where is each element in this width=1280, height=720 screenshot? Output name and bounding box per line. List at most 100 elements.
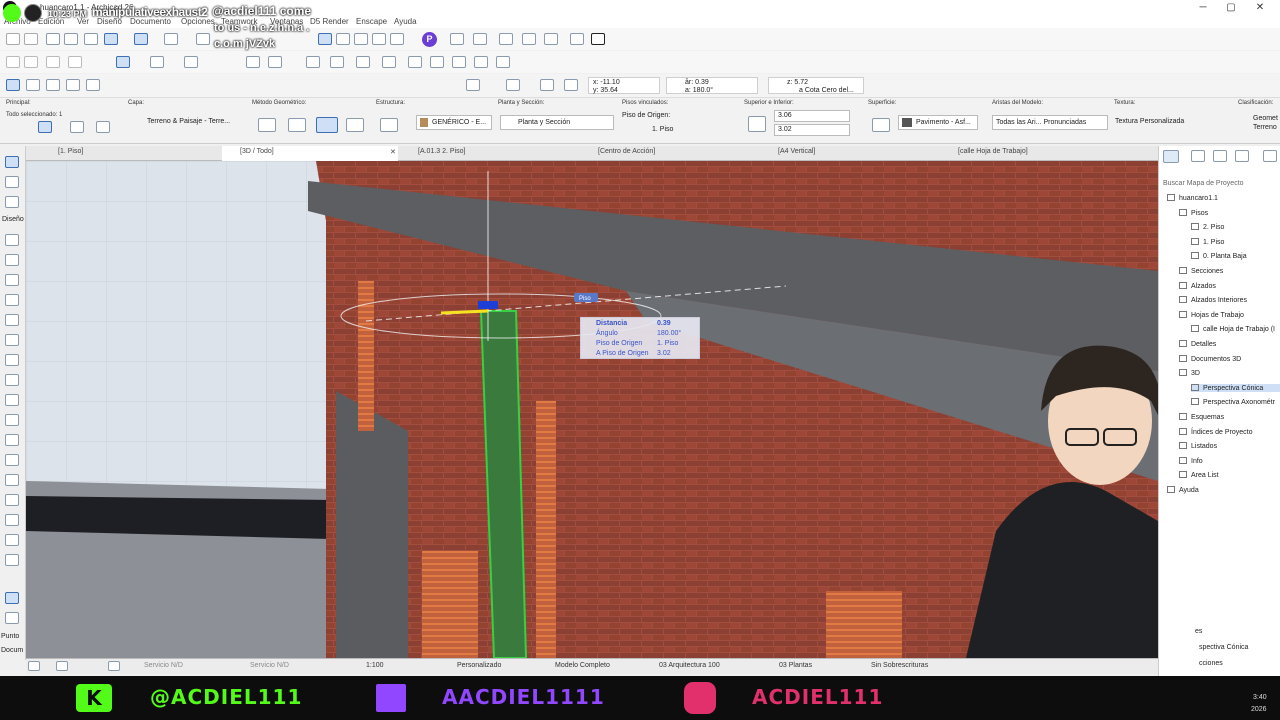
model-view-value[interactable]: Modelo Completo bbox=[555, 662, 610, 669]
split-icon[interactable] bbox=[382, 56, 396, 68]
arrow-tool-icon[interactable] bbox=[5, 156, 19, 168]
selection-hotspot[interactable] bbox=[478, 301, 498, 309]
structure-dropdown[interactable]: GENÉRICO - E... bbox=[416, 115, 492, 130]
3d-window-icon[interactable] bbox=[450, 33, 464, 45]
fit-window-icon[interactable] bbox=[108, 661, 120, 671]
redo2-icon[interactable] bbox=[24, 56, 38, 68]
navigator-search[interactable]: Buscar Mapa de Proyecto bbox=[1163, 180, 1244, 187]
offset-icon[interactable] bbox=[356, 56, 370, 68]
camera-icon[interactable] bbox=[522, 33, 536, 45]
navigator-item[interactable]: Perspectiva Axonométr bbox=[1191, 398, 1280, 406]
view-map-icon[interactable] bbox=[1191, 150, 1205, 162]
morph-tool-icon[interactable] bbox=[5, 474, 19, 486]
navigator-item[interactable]: Info bbox=[1179, 456, 1280, 465]
layer-dropdown[interactable]: Terreno & Paisaje - Terre... bbox=[144, 115, 244, 130]
tracker-row-angle-value[interactable]: 180.00° bbox=[657, 330, 681, 337]
navigator-item[interactable]: Pisos bbox=[1179, 208, 1280, 217]
select-arrow-icon[interactable] bbox=[6, 79, 20, 91]
skylight-tool-icon[interactable] bbox=[5, 534, 19, 546]
constraint-x-icon[interactable] bbox=[466, 79, 480, 91]
project-map-icon[interactable] bbox=[1163, 150, 1179, 163]
column-tool-icon[interactable] bbox=[5, 254, 19, 266]
fillet-icon[interactable] bbox=[452, 56, 466, 68]
navigator-item[interactable]: Documentos 3D bbox=[1179, 354, 1280, 363]
object-tool-icon[interactable] bbox=[5, 196, 19, 208]
move-icon[interactable] bbox=[246, 56, 260, 68]
beam-tool-icon[interactable] bbox=[5, 274, 19, 286]
intersect-icon[interactable] bbox=[430, 56, 444, 68]
publisher-icon[interactable] bbox=[1235, 150, 1249, 162]
navigator-item[interactable]: Alzados Interiores bbox=[1179, 296, 1280, 304]
dimension-value[interactable]: 03 Plantas bbox=[779, 662, 812, 669]
tab-a013-2-piso[interactable]: [A.01.3 2. Piso] bbox=[418, 148, 465, 155]
navigator-item[interactable]: Índices de Proyecto bbox=[1179, 427, 1280, 436]
surface-dropdown[interactable]: Pavimento - Asf... bbox=[898, 115, 978, 130]
tab-centro-accion[interactable]: [Centro de Acción] bbox=[598, 148, 655, 155]
maximize-button[interactable]: ▢ bbox=[1221, 2, 1241, 14]
render-icon[interactable] bbox=[473, 33, 487, 45]
top-offset-field[interactable]: 3.06 bbox=[774, 110, 850, 122]
bottom-offset-field[interactable]: 3.02 bbox=[774, 124, 850, 136]
floor-plan-dropdown[interactable]: Planta y Sección bbox=[500, 115, 614, 130]
settings-dialog-icon[interactable] bbox=[96, 121, 110, 133]
video-camera-icon[interactable] bbox=[499, 33, 513, 45]
lamp-tool-icon[interactable] bbox=[5, 514, 19, 526]
geometry-method-1-icon[interactable] bbox=[258, 118, 276, 132]
navigator-item[interactable]: Secciones bbox=[1179, 267, 1280, 275]
roof-tool-icon[interactable] bbox=[5, 314, 19, 326]
clasif-value-1[interactable]: Geomet bbox=[1253, 115, 1278, 122]
p-plugin-icon[interactable]: P bbox=[422, 32, 437, 47]
surface-paint-icon[interactable] bbox=[872, 118, 890, 132]
navigator-item[interactable]: 0. Planta Baja bbox=[1191, 252, 1280, 260]
menu-enscape[interactable]: Enscape bbox=[356, 17, 387, 26]
snap-point-icon[interactable] bbox=[116, 56, 130, 68]
radius-angle-box[interactable]: år: 0.39 a: 180.0° bbox=[666, 77, 758, 94]
tracker-row-to-floor-value[interactable]: 3.02 bbox=[657, 350, 671, 357]
navigator-item[interactable]: huancaro1.1 bbox=[1167, 194, 1280, 202]
navigator-item[interactable]: 3D bbox=[1179, 369, 1280, 377]
navigator-item[interactable]: Esquemas bbox=[1179, 413, 1280, 421]
inject-icon[interactable] bbox=[68, 56, 82, 68]
tab-3d-todo[interactable]: [3D / Todo] bbox=[240, 148, 274, 155]
wall-tool-icon[interactable] bbox=[5, 234, 19, 246]
geometry-method-3-icon[interactable] bbox=[316, 117, 338, 133]
cube-select-icon[interactable] bbox=[26, 79, 40, 91]
door-tool-icon[interactable] bbox=[5, 414, 19, 426]
filter-icon[interactable] bbox=[86, 79, 100, 91]
minimize-button[interactable]: ─ bbox=[1193, 2, 1213, 14]
opening-tool-icon[interactable] bbox=[5, 554, 19, 566]
navigator-item[interactable]: Listados bbox=[1179, 442, 1280, 450]
marquee-tool-2-icon[interactable] bbox=[5, 612, 19, 624]
arrow-tool-2-icon[interactable] bbox=[5, 592, 19, 604]
layer-combo-value[interactable]: 03 Arquitectura 100 bbox=[659, 662, 720, 669]
navigator-item[interactable]: 1. Piso bbox=[1191, 237, 1280, 246]
tab-calle-hoja[interactable]: [calle Hoja de Trabajo] bbox=[958, 148, 1028, 155]
curtain-wall-icon[interactable] bbox=[5, 454, 19, 466]
override-value[interactable]: Sin Sobrescrituras bbox=[871, 662, 928, 669]
detail-icon[interactable] bbox=[390, 33, 404, 45]
layout-book-icon[interactable] bbox=[1213, 150, 1227, 162]
texture-dropdown[interactable]: Textura Personalizada bbox=[1112, 115, 1232, 130]
top-bottom-icon[interactable] bbox=[748, 116, 766, 132]
grid-snap-icon[interactable] bbox=[184, 56, 198, 68]
navigator-menu-icon[interactable] bbox=[1263, 150, 1277, 162]
stair-tool-icon[interactable] bbox=[5, 374, 19, 386]
structure-icon[interactable] bbox=[380, 118, 398, 132]
navigator-item[interactable]: Ayuda bbox=[1167, 486, 1280, 494]
tab-close-icon[interactable]: ✕ bbox=[390, 148, 396, 156]
mesh-tool-icon-2[interactable] bbox=[5, 354, 19, 366]
piso-origen-value[interactable]: 1. Piso bbox=[652, 126, 673, 133]
photo-camera-icon[interactable] bbox=[544, 33, 558, 45]
3d-box-icon[interactable] bbox=[591, 33, 605, 45]
undo-zoom-icon[interactable] bbox=[28, 661, 40, 671]
constraint-grid-icon[interactable] bbox=[506, 79, 520, 91]
slab-tool-icon[interactable] bbox=[5, 294, 19, 306]
navigator-item[interactable]: Alzados bbox=[1179, 281, 1280, 290]
clasif-value-2[interactable]: Terreno bbox=[1253, 124, 1277, 131]
eyedropper-icon[interactable] bbox=[46, 56, 60, 68]
marquee-tool-icon[interactable] bbox=[5, 176, 19, 188]
mirror-icon[interactable] bbox=[306, 56, 320, 68]
navigator-item[interactable]: calle Hoja de Trabajo (I bbox=[1191, 325, 1280, 333]
geometry-method-2-icon[interactable] bbox=[288, 118, 306, 132]
tracker-row-distance-value[interactable]: 0.39 bbox=[657, 320, 671, 327]
